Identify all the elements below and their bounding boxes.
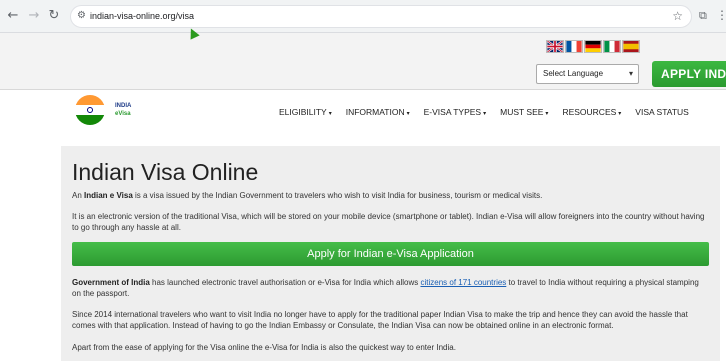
- nav-information[interactable]: INFORMATION ▾: [346, 107, 410, 117]
- nav-eligibility[interactable]: ELIGIBILITY ▾: [279, 107, 332, 117]
- main-nav: ELIGIBILITY ▾ INFORMATION ▾ E-VISA TYPES ▾ …: [279, 107, 703, 117]
- nav-resources[interactable]: RESOURCES ▾: [562, 107, 621, 117]
- nav-visa-status[interactable]: VISA STATUS: [635, 107, 689, 117]
- nav-evisa-types[interactable]: E-VISA TYPES ▾: [424, 107, 487, 117]
- italy-flag-icon[interactable]: [603, 40, 621, 53]
- page-title: Indian Visa Online: [72, 159, 259, 185]
- spain-flag-icon[interactable]: [622, 40, 640, 53]
- language-select-value: Select Language: [543, 69, 604, 78]
- france-flag-icon[interactable]: [565, 40, 583, 53]
- ease-paragraph: Apart from the ease of applying for the …: [72, 343, 456, 352]
- address-bar[interactable]: ⚙ indian-visa-online.org/visa ☆: [70, 5, 692, 28]
- citizens-countries-link[interactable]: citizens of 171 countries: [420, 278, 506, 287]
- government-paragraph: Government of India has launched electro…: [72, 278, 699, 298]
- reload-icon[interactable]: ↻: [47, 9, 61, 23]
- page: ← → ↻ ⚙ indian-visa-online.org/visa ☆ ⧉ …: [0, 0, 726, 361]
- site-info-icon[interactable]: ⚙: [77, 10, 86, 21]
- bookmark-star-icon[interactable]: ☆: [672, 9, 683, 23]
- language-flags: [546, 40, 640, 54]
- evisa-description-paragraph: It is an electronic version of the tradi…: [72, 212, 705, 232]
- browser-toolbar: ← → ↻ ⚙ indian-visa-online.org/visa ☆ ⧉ …: [0, 0, 726, 33]
- back-icon[interactable]: ←: [6, 9, 20, 23]
- browser-menu-icon[interactable]: ⋮: [716, 8, 726, 22]
- apply-india-button[interactable]: APPLY INDIA: [652, 61, 726, 87]
- main-content: Indian Visa Online An Indian e Visa is a…: [61, 146, 720, 361]
- chevron-down-icon: ▾: [328, 110, 332, 117]
- chevron-down-icon: ▾: [406, 110, 410, 117]
- logo-text-evisa[interactable]: eVisa: [115, 111, 131, 117]
- history-paragraph: Since 2014 international travelers who w…: [72, 310, 688, 330]
- logo-text-india[interactable]: INDIA: [115, 103, 131, 109]
- india-logo-icon[interactable]: [75, 95, 105, 125]
- germany-flag-icon[interactable]: [584, 40, 602, 53]
- chevron-down-icon: ▾: [618, 110, 622, 117]
- apply-evisa-button[interactable]: Apply for Indian e-Visa Application: [72, 242, 709, 266]
- language-select[interactable]: Select Language ▾: [536, 64, 639, 84]
- extensions-icon[interactable]: ⧉: [699, 9, 707, 23]
- url-text[interactable]: indian-visa-online.org/visa: [90, 11, 194, 21]
- chevron-down-icon: ▾: [628, 69, 633, 78]
- uk-flag-icon[interactable]: [546, 40, 564, 53]
- chevron-down-icon: ▾: [483, 110, 487, 117]
- site-top-bar: Select Language ▾ APPLY INDIA: [0, 33, 726, 90]
- intro-paragraph: An Indian e Visa is a visa issued by the…: [72, 191, 543, 200]
- chevron-down-icon: ▾: [545, 110, 549, 117]
- nav-must-see[interactable]: MUST SEE ▾: [500, 107, 548, 117]
- forward-icon[interactable]: →: [27, 9, 41, 23]
- site-header: INDIA eVisa ELIGIBILITY ▾ INFORMATION ▾ E-…: [0, 91, 726, 135]
